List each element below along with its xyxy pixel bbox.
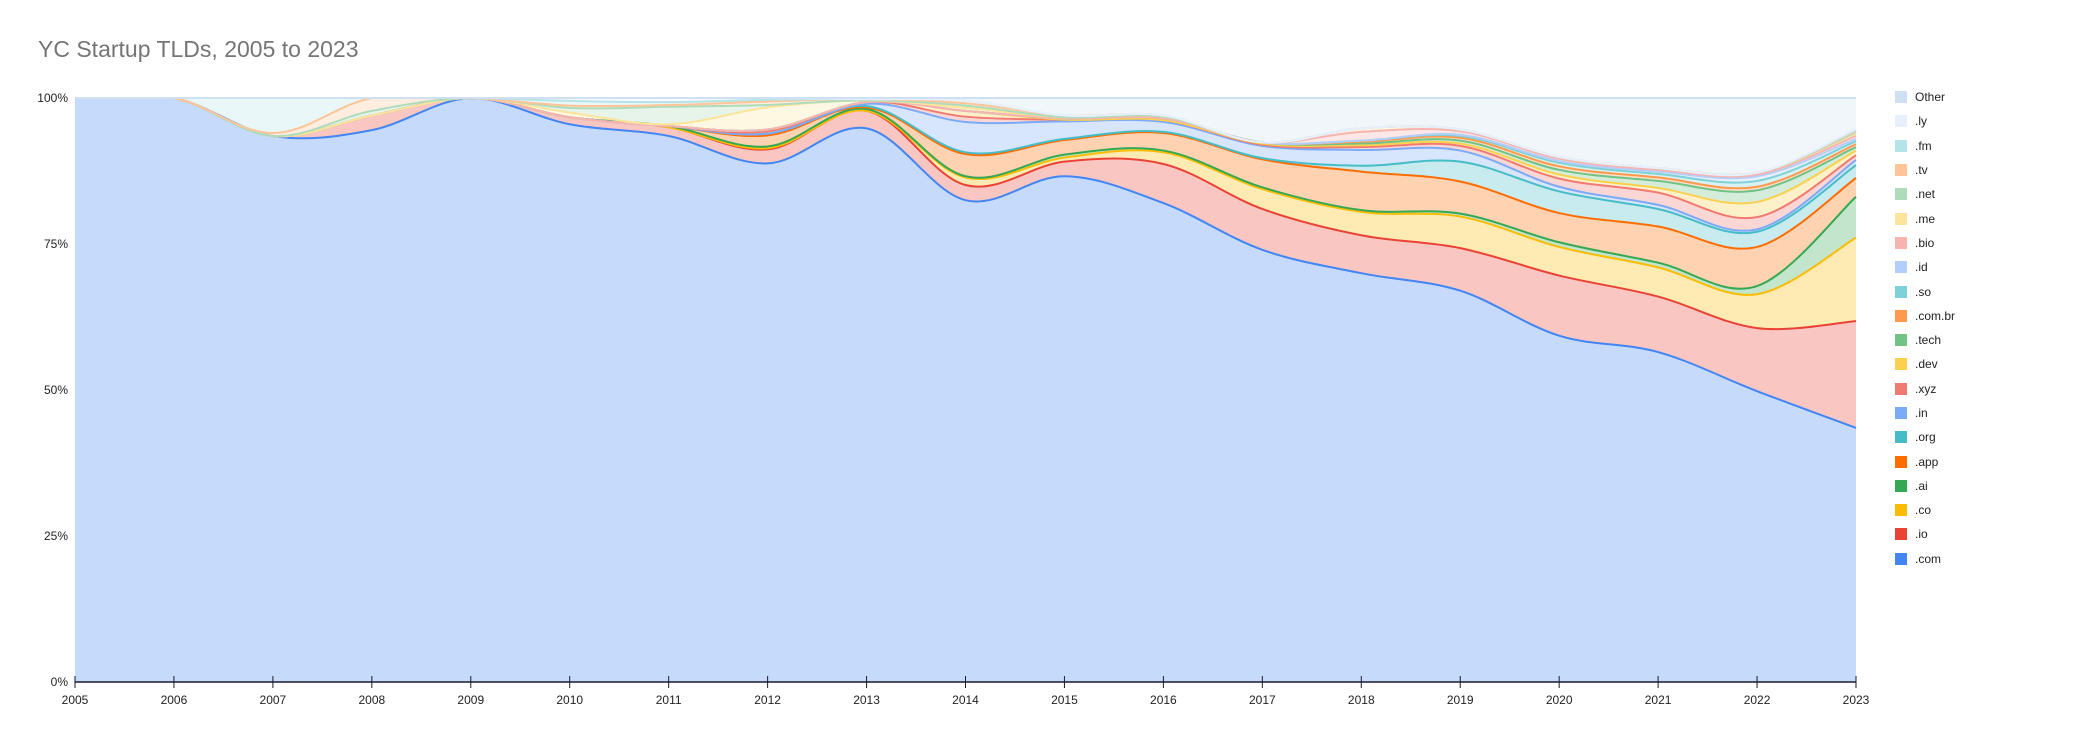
stacked-area-chart: 2005 2006 2007 2008 2009 2010 2011 2012 2013 2014… bbox=[37, 91, 1870, 707]
legend-swatch bbox=[1895, 552, 1907, 565]
x-tick-label: 2006 bbox=[161, 693, 188, 707]
x-tick-label: 2007 bbox=[260, 693, 287, 707]
legend-label: .co bbox=[1915, 503, 1932, 518]
legend-swatch bbox=[1895, 139, 1907, 152]
x-tick-label: 2005 bbox=[62, 693, 89, 707]
legend-item-so[interactable]: .so bbox=[1895, 279, 1955, 303]
legend-swatch bbox=[1895, 261, 1907, 274]
x-tick-label: 2023 bbox=[1843, 693, 1870, 707]
legend-item-ly[interactable]: .ly bbox=[1895, 109, 1955, 133]
x-tick-label: 2018 bbox=[1348, 693, 1375, 707]
legend-label: .net bbox=[1915, 187, 1936, 202]
legend-swatch bbox=[1895, 455, 1907, 468]
legend-swatch bbox=[1895, 479, 1907, 492]
legend-item-in[interactable]: .in bbox=[1895, 401, 1955, 425]
x-tick-label: 2022 bbox=[1744, 693, 1771, 707]
x-tick-label: 2013 bbox=[853, 693, 880, 707]
legend-swatch bbox=[1895, 358, 1907, 371]
legend-item-io[interactable]: .io bbox=[1895, 522, 1955, 546]
legend-item-ai[interactable]: .ai bbox=[1895, 474, 1955, 498]
legend-swatch bbox=[1895, 309, 1907, 322]
legend-item-dev[interactable]: .dev bbox=[1895, 352, 1955, 376]
legend-item-com[interactable]: .com bbox=[1895, 547, 1955, 571]
legend-label: .tv bbox=[1915, 163, 1928, 178]
x-tick-label: 2014 bbox=[952, 693, 979, 707]
x-tick-label: 2019 bbox=[1447, 693, 1474, 707]
x-tick-label: 2012 bbox=[754, 693, 781, 707]
legend-label: .dev bbox=[1915, 357, 1938, 372]
y-tick-label: 25% bbox=[44, 529, 68, 543]
legend-label: .bio bbox=[1915, 235, 1935, 250]
x-tick-label: 2011 bbox=[656, 693, 682, 707]
legend-label: Other bbox=[1915, 90, 1946, 105]
legend-swatch bbox=[1895, 91, 1907, 104]
legend-swatch bbox=[1895, 188, 1907, 201]
x-tick-label: 2015 bbox=[1051, 693, 1078, 707]
legend-swatch bbox=[1895, 334, 1907, 347]
legend-label: .id bbox=[1915, 260, 1928, 275]
legend-item-xyz[interactable]: .xyz bbox=[1895, 377, 1955, 401]
legend-label: .app bbox=[1915, 454, 1939, 469]
x-tick-label: 2021 bbox=[1645, 693, 1672, 707]
y-tick-label: 75% bbox=[44, 237, 68, 251]
x-tick-label: 2017 bbox=[1249, 693, 1276, 707]
legend-label: .xyz bbox=[1915, 381, 1937, 396]
legend-item-bio[interactable]: .bio bbox=[1895, 231, 1955, 255]
legend-label: .com.br bbox=[1915, 308, 1956, 323]
legend-item-app[interactable]: .app bbox=[1895, 449, 1955, 473]
legend-swatch bbox=[1895, 407, 1907, 419]
x-tick-label: 2016 bbox=[1150, 693, 1177, 707]
x-tick-label: 2008 bbox=[358, 693, 385, 707]
legend-swatch bbox=[1895, 285, 1907, 298]
legend-label: .com bbox=[1915, 551, 1942, 566]
x-tick-label: 2009 bbox=[457, 693, 484, 707]
x-tick-label: 2020 bbox=[1546, 693, 1573, 707]
legend-label: .me bbox=[1915, 211, 1936, 226]
legend-label: .fm bbox=[1915, 138, 1932, 153]
legend-label: .tech bbox=[1915, 333, 1942, 348]
legend-swatch bbox=[1895, 382, 1907, 395]
legend-label: .in bbox=[1915, 406, 1928, 420]
x-tick-label: 2010 bbox=[556, 693, 583, 707]
legend-item-tech[interactable]: .tech bbox=[1895, 328, 1955, 352]
legend-item-id[interactable]: .id bbox=[1895, 255, 1955, 279]
legend-swatch bbox=[1895, 528, 1907, 541]
y-tick-label: 0% bbox=[51, 675, 69, 689]
legend-item-fm[interactable]: .fm bbox=[1895, 134, 1955, 158]
legend-item-other[interactable]: Other bbox=[1895, 85, 1955, 109]
legend: Other .ly .fm .tv .net .me .bio .id .so .com.br .t… bbox=[1895, 85, 1955, 571]
legend-item-tv[interactable]: .tv bbox=[1895, 158, 1955, 182]
y-tick-label: 100% bbox=[37, 91, 68, 105]
legend-label: .ly bbox=[1915, 114, 1927, 129]
legend-label: .ai bbox=[1915, 478, 1928, 493]
legend-label: .org bbox=[1915, 430, 1936, 445]
legend-item-net[interactable]: .net bbox=[1895, 182, 1955, 206]
legend-label: .so bbox=[1915, 284, 1932, 299]
y-tick-label: 50% bbox=[44, 383, 68, 397]
legend-swatch bbox=[1895, 164, 1907, 177]
legend-swatch bbox=[1895, 236, 1907, 249]
legend-swatch bbox=[1895, 431, 1907, 444]
legend-label: .io bbox=[1915, 527, 1928, 542]
legend-item-me[interactable]: .me bbox=[1895, 206, 1955, 230]
legend-swatch bbox=[1895, 115, 1907, 128]
legend-item-co[interactable]: .co bbox=[1895, 498, 1955, 522]
legend-item-com-br[interactable]: .com.br bbox=[1895, 304, 1955, 328]
legend-swatch bbox=[1895, 504, 1907, 517]
legend-item-org[interactable]: .org bbox=[1895, 425, 1955, 449]
legend-swatch bbox=[1895, 212, 1907, 225]
